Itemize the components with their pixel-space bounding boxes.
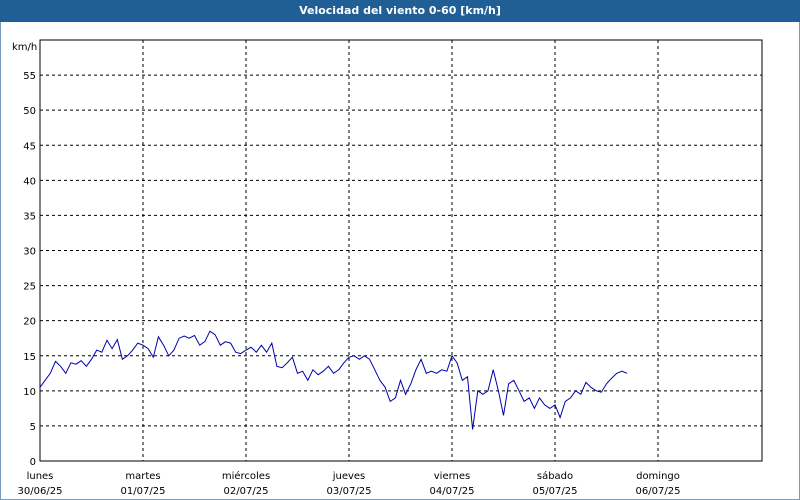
x-tick-date-label: 30/06/25 <box>18 486 63 497</box>
x-tick-date-label: 06/07/25 <box>636 486 681 497</box>
x-tick-date-label: 01/07/25 <box>121 486 166 497</box>
x-tick-day-label: domingo <box>636 471 680 482</box>
wind-speed-chart: km/h 0 5 10 15 20 25 30 35 40 45 50 55 lunes 30/06/2… <box>12 39 763 497</box>
x-tick-date-label: 03/07/25 <box>327 486 372 497</box>
x-tick-day-label: jueves <box>332 471 366 482</box>
x-tick-day-label: miércoles <box>222 470 270 482</box>
x-axis-ticks: lunes 30/06/25 martes 01/07/25 miércoles 02/0… <box>18 470 681 497</box>
x-tick-day-label: lunes <box>27 471 54 482</box>
y-tick-label: 45 <box>23 141 36 152</box>
y-tick-label: 20 <box>23 317 36 328</box>
y-tick-label: 15 <box>23 352 36 363</box>
y-tick-label: 50 <box>23 106 36 117</box>
x-tick-day-label: martes <box>125 471 160 482</box>
y-tick-label: 35 <box>23 211 36 222</box>
y-axis-ticks: 0 5 10 15 20 25 30 35 40 45 50 55 <box>23 71 36 468</box>
y-tick-label: 55 <box>23 71 36 82</box>
x-tick-day-label: viernes <box>434 471 470 482</box>
grid-lines <box>40 40 762 461</box>
wind-speed-series-line <box>39 330 628 430</box>
y-tick-label: 10 <box>23 387 36 398</box>
y-tick-label: 5 <box>30 422 36 433</box>
y-tick-label: 0 <box>30 457 36 468</box>
x-tick-day-label: sábado <box>537 470 573 482</box>
x-tick-date-label: 04/07/25 <box>430 486 475 497</box>
y-tick-label: 40 <box>23 176 36 187</box>
x-tick-date-label: 05/07/25 <box>533 486 578 497</box>
y-tick-label: 30 <box>23 247 36 258</box>
y-axis-label: km/h <box>12 42 37 53</box>
y-tick-label: 25 <box>23 282 36 293</box>
x-tick-date-label: 02/07/25 <box>224 486 269 497</box>
